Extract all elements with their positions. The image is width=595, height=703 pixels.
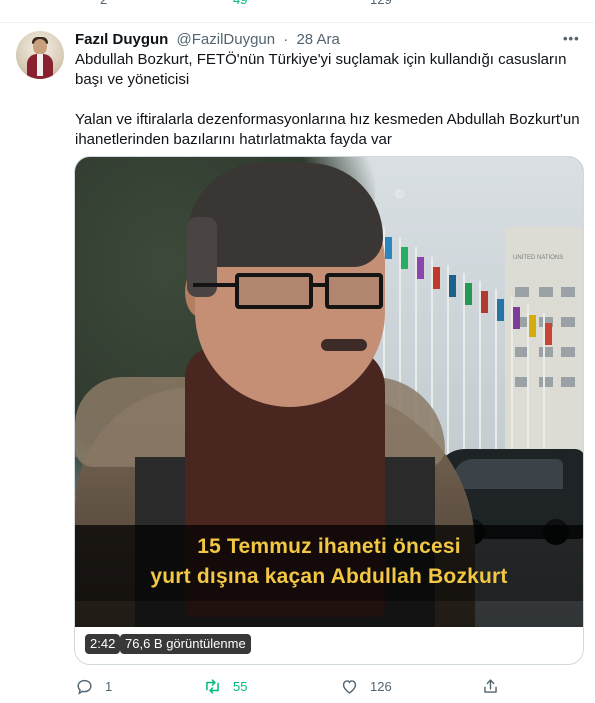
tweet-divider [0,22,595,23]
caption-line-1: 15 Temmuz ihaneti öncesi [197,535,461,558]
video-player[interactable]: UNITED NATIONS © 15 Temmuz ihaneti önces… [74,156,584,665]
author-handle[interactable]: @FazilDuygun [177,31,276,48]
prev-retweet-count: 49 [233,0,247,7]
video-caption: 15 Temmuz ihaneti öncesi yurt dışına kaç… [75,525,583,601]
tweet-text-paragraph-1: Abdullah Bozkurt, FETÖ'nün Türkiye'yi su… [75,51,567,88]
heart-icon [342,679,357,694]
retweet-button[interactable]: 55 [203,674,247,698]
separator-dot: · [283,31,289,48]
reply-icon [77,679,92,695]
video-lower-band [75,601,583,627]
tweet-header: Fazıl Duygun @FazilDuygun · 28 Ara [75,31,340,51]
retweet-count: 55 [233,678,248,694]
like-count: 126 [370,678,392,694]
prev-like-count: 129 [370,0,392,7]
avatar[interactable] [16,31,64,79]
video-watermark: © [395,187,404,201]
retweet-icon [206,678,219,694]
author-name[interactable]: Fazıl Duygun [75,31,168,48]
prev-reply-count: 2 [100,0,107,7]
previous-tweet-actions: 2 49 129 [0,0,595,12]
tweet-text-paragraph-2: Yalan ve iftiralarla dezenformasyonların… [75,111,580,148]
caption-line-2: yurt dışına kaçan Abdullah Bozkurt [150,565,508,588]
video-duration-badge: 2:42 [85,634,121,654]
reply-count: 1 [105,678,113,694]
share-button[interactable] [481,674,500,698]
tweet-date[interactable]: 28 Ara [296,31,339,48]
share-icon [484,678,497,693]
more-options-icon[interactable]: ••• [563,31,580,46]
video-views-badge: 76,6 B görüntülenme [120,634,251,654]
tweet-actions: 1 55 126 [0,674,595,698]
eyeglasses [193,273,383,309]
video-frame[interactable]: UNITED NATIONS © 15 Temmuz ihaneti önces… [75,157,583,627]
reply-button[interactable]: 1 [75,674,112,698]
like-button[interactable]: 126 [340,674,392,698]
